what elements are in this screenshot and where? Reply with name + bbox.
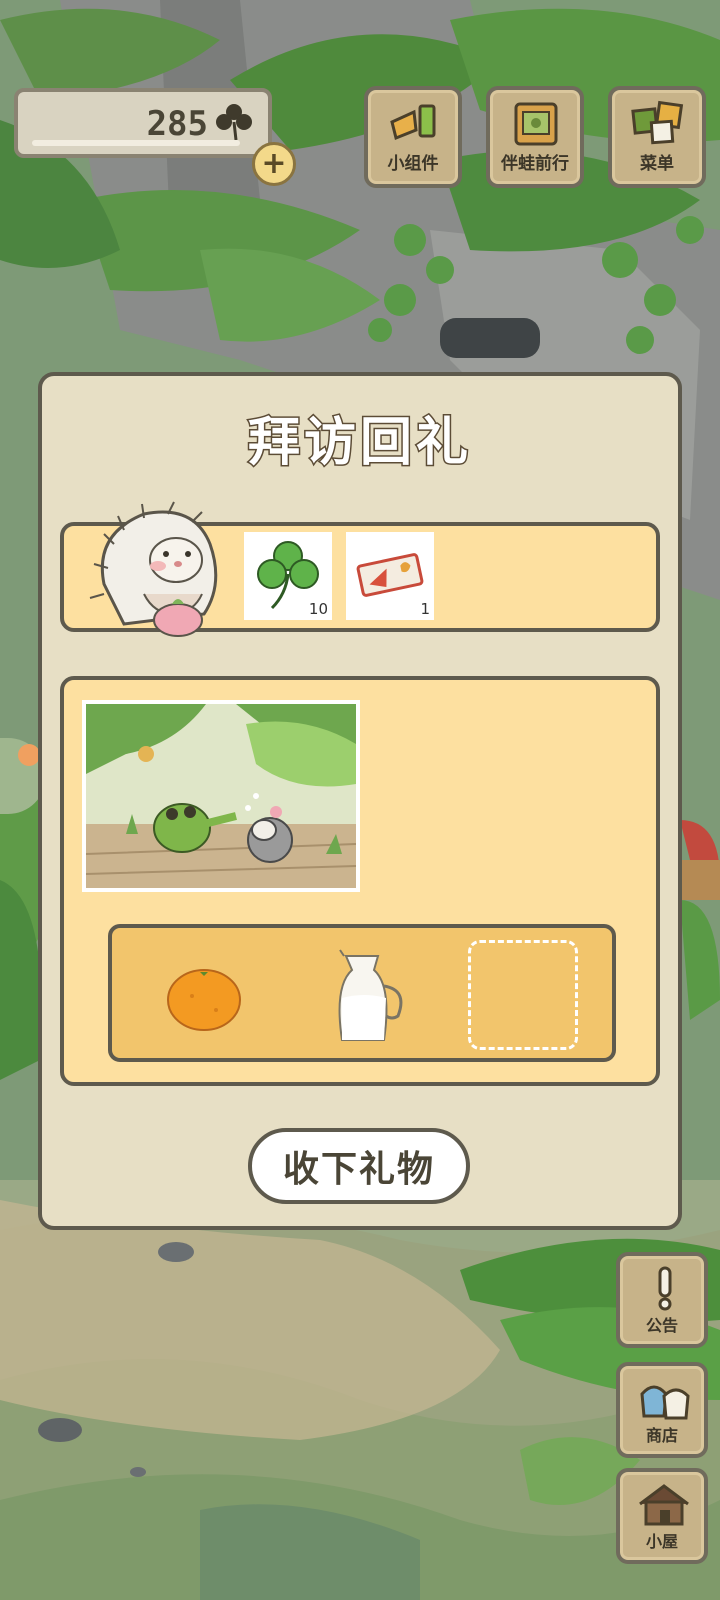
widget-icon	[390, 104, 436, 141]
hedgehog-visitor-icon	[89, 501, 218, 637]
house-button[interactable]: 小屋	[616, 1468, 708, 1564]
shop-label: 商店	[645, 1426, 678, 1445]
travel-label: 伴蛙前行	[501, 154, 569, 174]
counter-underline	[32, 140, 240, 146]
plus-icon: +	[261, 146, 287, 181]
announcement-label: 公告	[645, 1316, 678, 1335]
menu-button[interactable]: 菜单	[608, 86, 706, 188]
widget-label: 小组件	[387, 154, 439, 174]
collect-gift-button[interactable]: 收下礼物	[248, 1128, 470, 1204]
dialog-title: 拜访回礼	[246, 412, 472, 475]
reward-clover-count: 10	[308, 600, 328, 618]
milk-jug-icon[interactable]	[312, 940, 422, 1048]
travel-frame-icon	[514, 102, 558, 146]
exclamation-icon	[658, 1266, 672, 1311]
announcement-button[interactable]: 公告	[616, 1252, 708, 1348]
clover-icon	[216, 104, 252, 141]
house-icon	[639, 1484, 689, 1526]
gift-tray	[108, 924, 616, 1062]
orange-icon[interactable]	[152, 940, 262, 1048]
widget-button[interactable]: 小组件	[364, 86, 462, 188]
menu-label: 菜单	[640, 154, 674, 174]
reward-clover[interactable]: 10	[244, 532, 332, 620]
menu-cards-icon	[631, 100, 684, 145]
reward-ticket[interactable]: 1	[346, 532, 434, 620]
visit-gift-dialog: 拜访回礼 10 1 收下礼物	[38, 372, 682, 1230]
reward-ticket-count: 1	[420, 600, 430, 618]
travel-with-frog-button[interactable]: 伴蛙前行	[486, 86, 584, 188]
empty-gift-slot[interactable]	[468, 940, 578, 1050]
house-label: 小屋	[645, 1532, 678, 1551]
add-clover-button[interactable]: +	[252, 142, 296, 186]
clover-counter: 285	[14, 88, 272, 158]
ticket-icon	[356, 553, 424, 597]
game-scene: 285 + 小组件 伴蛙前行 菜单 公告 商店 小屋 拜访回礼 10 1 收下礼…	[0, 0, 720, 1600]
shop-bags-icon	[640, 1385, 690, 1420]
shop-button[interactable]: 商店	[616, 1362, 708, 1458]
frog-and-hedgehog-photo	[86, 704, 356, 888]
visit-photo[interactable]	[82, 700, 360, 892]
notification-dot	[18, 744, 40, 766]
visit-detail-panel	[60, 676, 660, 1086]
clover-count: 285	[146, 104, 208, 144]
